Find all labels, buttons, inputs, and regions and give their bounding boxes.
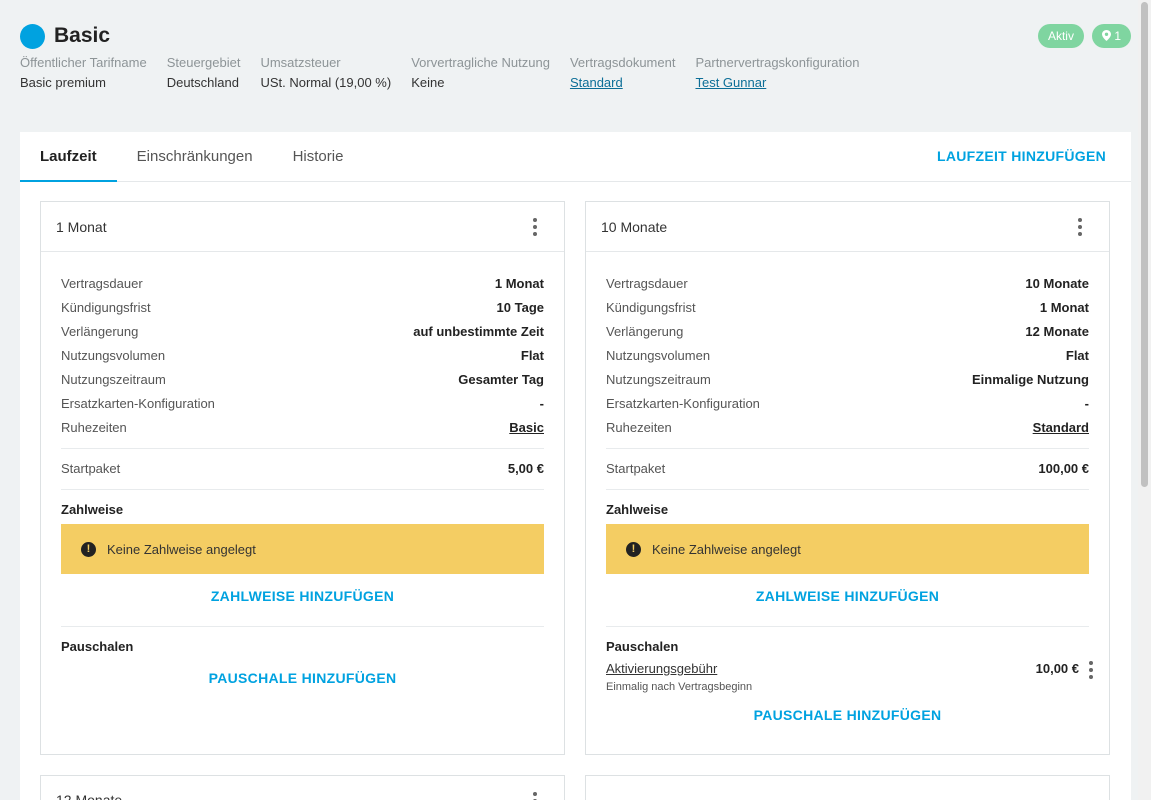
tariff-color-dot (20, 23, 45, 49)
meta-contract-document: Vertragsdokument Standard (570, 53, 676, 93)
tariff-header: Basic Aktiv 1 Öffentlicher Tarifname Bas… (20, 22, 1131, 102)
warning-banner: ! Keine Zahlweise angelegt (61, 524, 544, 574)
meta-precontract-usage: Vorvertragliche Nutzung Keine (411, 55, 550, 90)
detail-row: Kündigungsfrist 10 Tage (61, 300, 544, 315)
status-badge: Aktiv (1037, 24, 1084, 48)
tab-historie[interactable]: Historie (273, 132, 364, 181)
detail-row: Ersatzkarten-Konfiguration - (61, 396, 544, 411)
ruhezeiten-link[interactable]: Basic (509, 416, 544, 440)
location-pin-icon (1101, 29, 1114, 43)
startpaket-row: Startpaket 100,00 € (606, 461, 1089, 476)
fee-name-link[interactable]: Aktivierungsgebühr (606, 661, 717, 676)
detail-row: Verlängerung auf unbestimmte Zeit (61, 324, 544, 339)
runtime-card-4 (585, 775, 1110, 800)
more-vertical-icon[interactable] (532, 792, 538, 800)
zahlweise-title: Zahlweise (606, 502, 669, 517)
exclamation-icon: ! (81, 541, 96, 557)
scrollbar-thumb[interactable] (1141, 2, 1148, 487)
meta-public-name: Öffentlicher Tarifname Basic premium (20, 55, 147, 90)
zahlweise-title: Zahlweise (61, 502, 124, 517)
detail-row: Vertragsdauer 10 Monate (606, 276, 1089, 291)
card-title: 1 Monat (56, 218, 107, 235)
divider (606, 489, 1089, 490)
detail-row: Ersatzkarten-Konfiguration - (606, 396, 1089, 411)
location-badge[interactable]: 1 (1091, 24, 1131, 48)
add-runtime-button[interactable]: LAUFZEIT HINZUFÜGEN (937, 132, 1106, 181)
more-vertical-icon[interactable] (1077, 218, 1083, 236)
divider (61, 489, 544, 490)
add-pauschale-button[interactable]: PAUSCHALE HINZUFÜGEN (61, 659, 544, 697)
meta-vat: Umsatzsteuer USt. Normal (19,00 %) (260, 55, 392, 90)
fee-description: Einmalig nach Vertragsbeginn (606, 681, 753, 693)
meta-partner-config: Partnervertragskonfiguration Test Gunnar (695, 53, 859, 93)
detail-row: Nutzungsvolumen Flat (61, 348, 544, 363)
meta-tax-area: Steuergebiet Deutschland (166, 55, 241, 90)
more-vertical-icon[interactable] (1088, 661, 1094, 679)
warning-text: Keine Zahlweise angelegt (107, 541, 256, 557)
startpaket-row: Startpaket 5,00 € (61, 461, 544, 476)
warning-text: Keine Zahlweise angelegt (652, 541, 801, 557)
warning-banner: ! Keine Zahlweise angelegt (606, 524, 1089, 574)
runtime-card-3: 12 Monate (40, 775, 565, 800)
page-scrollbar[interactable] (1138, 0, 1151, 800)
detail-row: Verlängerung 12 Monate (606, 324, 1089, 339)
detail-row: Ruhezeiten Basic (61, 416, 544, 440)
fee-item: Aktivierungsgebühr Einmalig nach Vertrag… (606, 659, 1093, 697)
divider (61, 448, 544, 449)
tab-bar: Laufzeit Einschränkungen Historie LAUFZE… (20, 132, 1131, 182)
page-title: Basic (54, 24, 111, 47)
card-title: 10 Monate (601, 218, 668, 235)
tab-einschraenkungen[interactable]: Einschränkungen (117, 132, 273, 181)
divider (606, 448, 1089, 449)
runtime-card-1: 1 Monat Vertragsdauer 1 Monat Kündigungsf… (40, 201, 565, 755)
pauschalen-title: Pauschalen (606, 639, 679, 654)
exclamation-icon: ! (626, 541, 641, 557)
detail-row: Ruhezeiten Standard (606, 416, 1089, 440)
ruhezeiten-link[interactable]: Standard (1033, 416, 1089, 440)
detail-row: Nutzungszeitraum Einmalige Nutzung (606, 372, 1089, 387)
tab-laufzeit[interactable]: Laufzeit (20, 132, 117, 182)
partner-config-link[interactable]: Test Gunnar (695, 73, 859, 93)
location-count: 1 (1114, 29, 1121, 43)
contract-document-link[interactable]: Standard (570, 73, 676, 93)
detail-row: Vertragsdauer 1 Monat (61, 276, 544, 291)
card-title: 12 Monate (56, 792, 123, 800)
add-zahlweise-button[interactable]: ZAHLWEISE HINZUFÜGEN (61, 574, 544, 618)
detail-row: Kündigungsfrist 1 Monat (606, 300, 1089, 315)
fee-amount: 10,00 € (1035, 661, 1079, 676)
pauschalen-title: Pauschalen (61, 639, 134, 654)
detail-row: Nutzungsvolumen Flat (606, 348, 1089, 363)
divider (606, 626, 1089, 627)
add-pauschale-button[interactable]: PAUSCHALE HINZUFÜGEN (606, 697, 1089, 733)
add-zahlweise-button[interactable]: ZAHLWEISE HINZUFÜGEN (606, 574, 1089, 618)
divider (61, 626, 544, 627)
runtime-card-2: 10 Monate Vertragsdauer 10 Monate Kündigu… (585, 201, 1110, 755)
more-vertical-icon[interactable] (532, 218, 538, 236)
detail-row: Nutzungszeitraum Gesamter Tag (61, 372, 544, 387)
